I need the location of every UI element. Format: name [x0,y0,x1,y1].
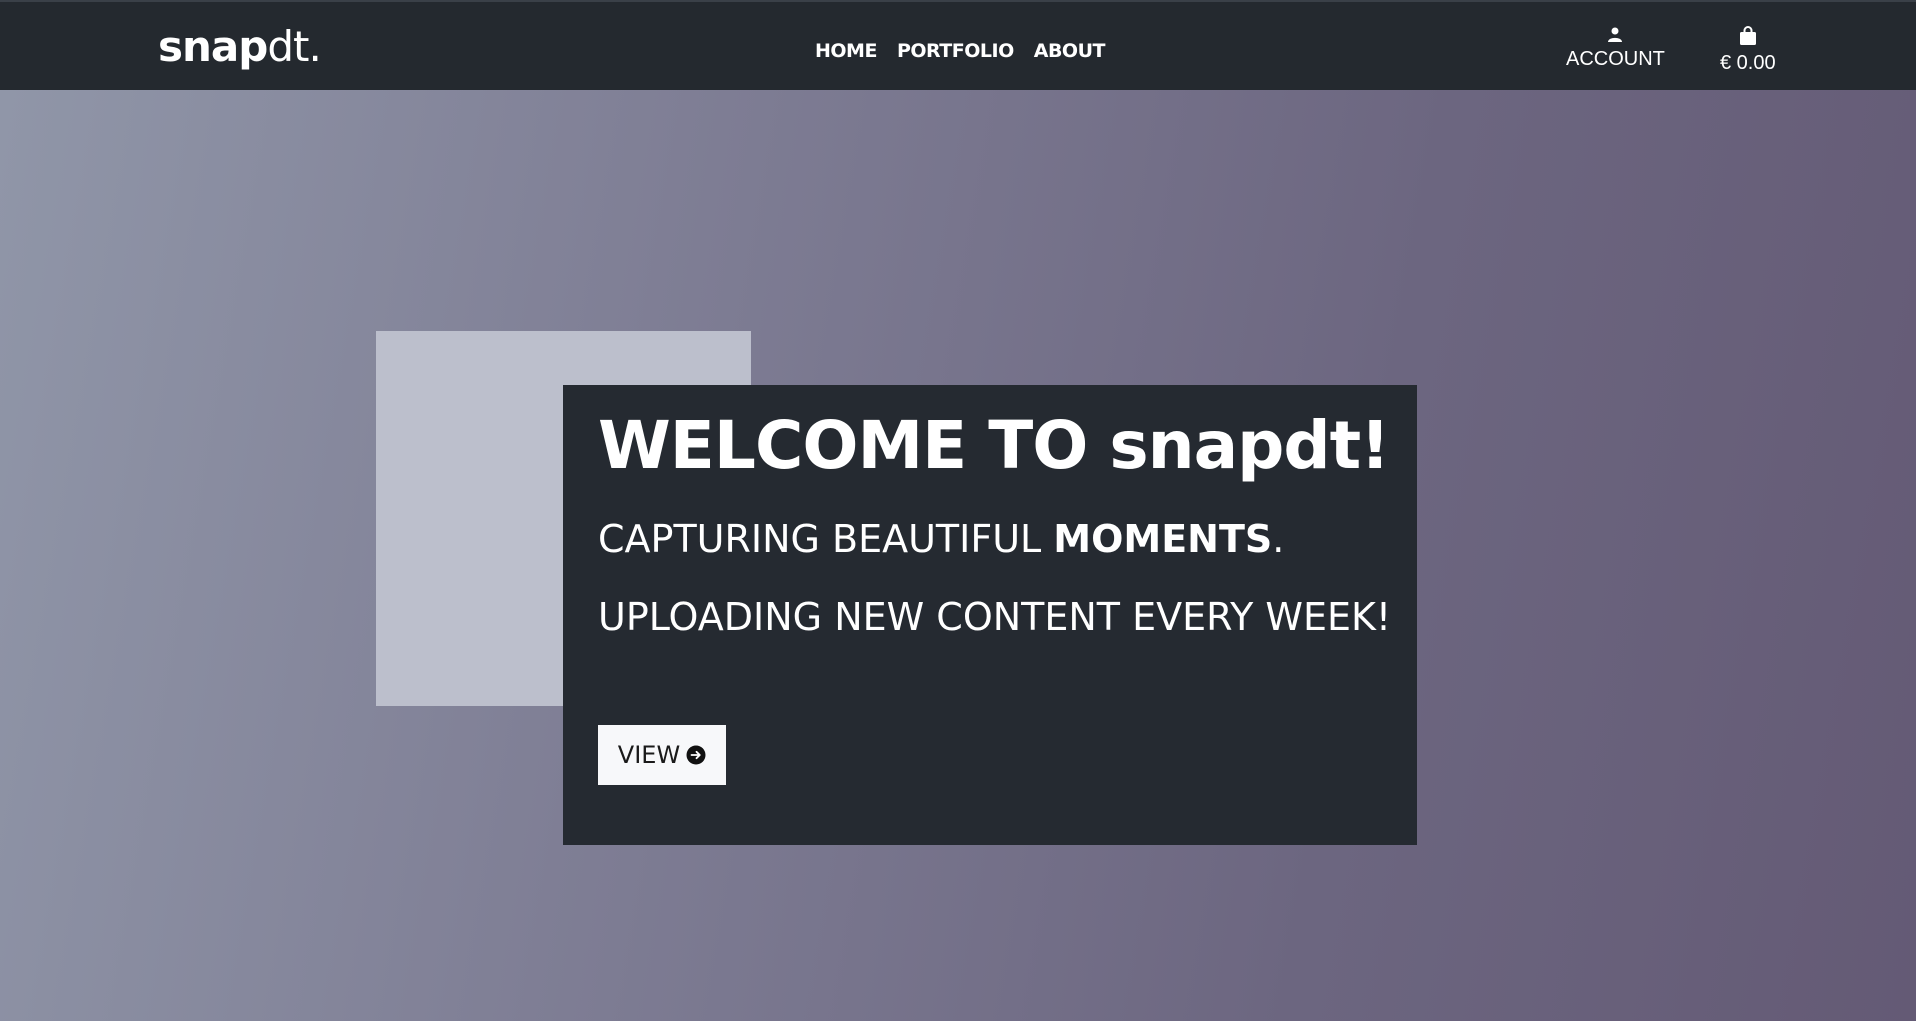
nav-home-link[interactable]: HOME [815,40,877,62]
arrow-right-circle-icon [686,745,706,765]
hero-subtitle: UPLOADING NEW CONTENT EVERY WEEK! [598,595,1392,639]
nav-portfolio-link[interactable]: PORTFOLIO [897,40,1014,62]
nav-about-link[interactable]: ABOUT [1034,40,1106,62]
logo-regular-text: dt. [267,22,321,71]
account-label: ACCOUNT [1566,48,1665,70]
hero-title: WELCOME TO snapdt! [598,407,1390,484]
view-button-label: VIEW [617,741,681,769]
tagline-regular: CAPTURING BEAUTIFUL [598,517,1054,561]
tagline-bold: MOMENTS [1053,517,1273,561]
hero-card: WELCOME TO snapdt! CAPTURING BEAUTIFUL M… [563,385,1417,845]
logo-bold-text: snap [158,22,268,71]
view-button[interactable]: VIEW [598,725,726,785]
tagline-end: . [1272,517,1285,561]
hero-tagline: CAPTURING BEAUTIFUL MOMENTS. [598,517,1284,561]
account-link[interactable]: ACCOUNT [1566,26,1665,71]
user-icon [1608,27,1623,42]
shopping-bag-icon [1739,26,1756,45]
cart-total: € 0.00 [1720,52,1776,74]
site-logo[interactable]: snapdt. [158,26,322,68]
cart-link[interactable]: € 0.00 [1720,26,1776,75]
hero-section: WELCOME TO snapdt! CAPTURING BEAUTIFUL M… [0,90,1916,1021]
top-navbar: snapdt. HOME PORTFOLIO ABOUT ACCOUNT € 0… [0,0,1916,90]
main-nav: HOME PORTFOLIO ABOUT [815,40,1105,62]
